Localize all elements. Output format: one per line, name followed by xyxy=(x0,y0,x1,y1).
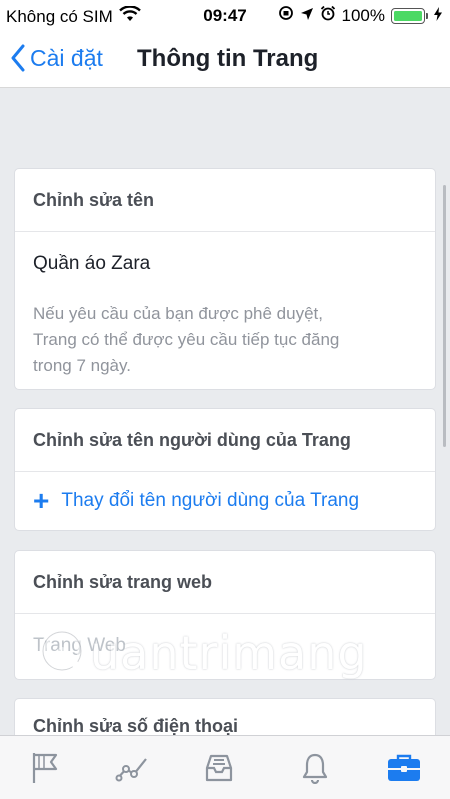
page-name-field[interactable]: Quần áo Zara xyxy=(15,232,435,296)
edit-username-card: Chỉnh sửa tên người dùng của Trang + Tha… xyxy=(14,408,436,531)
watermark-q-icon xyxy=(39,628,88,677)
alarm-icon xyxy=(320,5,336,26)
page-title: Thông tin Trang xyxy=(137,45,319,72)
edit-website-header: Chỉnh sửa trang web xyxy=(15,551,435,614)
location-icon xyxy=(300,6,314,26)
battery-percent: 100% xyxy=(341,5,385,25)
back-button-label: Cài đặt xyxy=(30,44,103,71)
charging-icon xyxy=(434,6,442,26)
inbox-icon xyxy=(205,754,233,782)
tab-page[interactable] xyxy=(27,750,63,786)
orientation-lock-icon xyxy=(278,5,294,26)
change-username-label: Thay đổi tên người dùng của Trang xyxy=(61,490,360,511)
page-name-value: Quần áo Zara xyxy=(33,253,151,274)
tab-insights[interactable] xyxy=(114,750,150,786)
status-bar: Không có SIM 09:47 100% xyxy=(0,0,450,32)
back-button[interactable]: Cài đặt xyxy=(10,44,103,72)
tab-tools[interactable] xyxy=(386,750,422,786)
name-change-hint: Nếu yêu cầu của bạn được phê duyệt, Tran… xyxy=(33,304,340,375)
navigation-bar: Cài đặt Thông tin Trang xyxy=(0,32,450,88)
bell-icon xyxy=(302,753,328,784)
tab-bar xyxy=(0,735,450,799)
edit-name-header: Chỉnh sửa tên xyxy=(15,169,435,232)
edit-username-header: Chỉnh sửa tên người dùng của Trang xyxy=(15,409,435,472)
tab-inbox[interactable] xyxy=(201,750,237,786)
briefcase-icon xyxy=(388,754,420,781)
watermark-logo: uantrimang xyxy=(38,626,368,680)
watermark-text: uantrimang xyxy=(90,626,368,680)
chevron-left-icon xyxy=(11,44,25,72)
edit-name-card: Chỉnh sửa tên Quần áo Zara Nếu yêu cầu c… xyxy=(14,168,436,390)
flag-icon xyxy=(32,753,58,783)
insights-icon xyxy=(115,758,147,782)
tab-notifications[interactable] xyxy=(297,750,333,786)
edit-phone-header: Chỉnh sửa số điện thoại xyxy=(33,715,239,736)
battery-icon xyxy=(391,7,428,24)
plus-icon: + xyxy=(33,485,50,516)
change-username-button[interactable]: + Thay đổi tên người dùng của Trang xyxy=(15,472,435,530)
edit-phone-card: Chỉnh sửa số điện thoại xyxy=(14,698,436,735)
scrollbar[interactable] xyxy=(443,185,446,447)
